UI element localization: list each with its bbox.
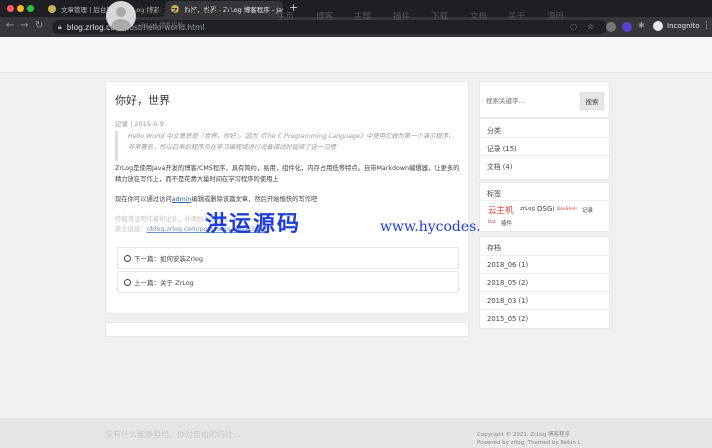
avatar-head-shape [116, 7, 126, 17]
arrow-circle-icon [124, 254, 131, 262]
back-icon[interactable]: ← [6, 20, 14, 31]
tag-item[interactable]: BeeShell [557, 207, 577, 212]
watermark-text: 洪运源码 [205, 211, 302, 237]
favicon-icon [48, 5, 56, 13]
tag-item[interactable]: OSGi [537, 205, 554, 213]
category-item[interactable]: 记录 (15) [487, 143, 517, 153]
address-bar[interactable]: 🔒︎ blog.zrlog.com/post/hello-world.html … [52, 20, 607, 34]
archive-item[interactable]: 2018_05 (2) [487, 279, 528, 287]
nav-item-themes[interactable]: 主题 [354, 10, 371, 22]
divider [480, 291, 609, 292]
close-window-icon[interactable] [7, 5, 14, 12]
extension-icon[interactable] [622, 22, 632, 32]
eye-off-icon[interactable]: ◌ [570, 22, 577, 31]
tag-item[interactable]: 插件 [501, 219, 512, 227]
post-title: 你好，世界 [115, 94, 170, 107]
archive-title: 存档 [487, 244, 501, 252]
divider [480, 200, 609, 201]
tags-title: 标签 [487, 190, 501, 198]
forward-icon[interactable]: → [20, 20, 28, 31]
nav-item-about[interactable]: 关于 [508, 10, 525, 22]
reload-icon[interactable]: ↻ [35, 20, 43, 31]
avatar-body-shape [111, 19, 131, 31]
tag-item[interactable]: zrLog [520, 206, 535, 212]
post-paragraph: ZrLog是使用Java开发的博客/CMS程序，具有简约，易用，组件化，内存占用… [115, 165, 460, 183]
incognito-label: Incognito [667, 22, 700, 30]
nav-item-plugins[interactable]: 插件 [393, 10, 410, 22]
archive-item[interactable]: 2018_03 (1) [487, 297, 528, 305]
arrow-circle-icon [124, 278, 131, 286]
archive-item[interactable]: 2018_06 (1) [487, 261, 528, 269]
nav-item-blog[interactable]: 博客 [316, 10, 333, 22]
paragraph-text: 编辑或删除该篇文章，然后开始愉快的写作吧 [191, 196, 318, 203]
footer-slogan: 没有什么能够阻挡，你对自由的向往... [105, 430, 241, 439]
divider [480, 309, 609, 310]
archive-item[interactable]: 2015_05 (2) [487, 315, 528, 323]
admin-link[interactable]: admin [172, 196, 192, 203]
footer-copyright: Copyright © 2021. ZrLog 博客程序 [477, 432, 570, 438]
prev-post-label: 上一篇：关于 ZrLog [134, 279, 194, 287]
post-paragraph-admin: 现在你可以通过访问admin编辑或删除该篇文章，然后开始愉快的写作吧 [115, 194, 460, 205]
search-button[interactable]: 搜索 [580, 92, 604, 110]
puzzle-icon[interactable]: ✱ [638, 21, 645, 30]
tag-item[interactable]: Bat [488, 220, 496, 225]
post-meta: 记录 | 2015-5-9 [115, 120, 164, 128]
footer-powered: Powered by zrlog. Themed by Robin L. [477, 440, 583, 446]
divider [480, 155, 609, 156]
paragraph-text: 现在你可以通过访问 [115, 196, 172, 203]
divider [480, 137, 609, 138]
nav-item-docs[interactable]: 文档 [470, 10, 487, 22]
avatar[interactable] [106, 1, 136, 31]
tag-item[interactable]: 记录 [582, 206, 593, 214]
minimize-window-icon[interactable] [17, 5, 24, 12]
site-header [0, 37, 712, 73]
tag-item[interactable]: 云主机 [488, 204, 514, 216]
next-post-label: 下一篇：如何安装Zrlog [134, 255, 204, 263]
category-item[interactable]: 文档 (4) [487, 161, 512, 171]
incognito-profile[interactable]: Incognito [653, 21, 699, 31]
nav-item-download[interactable]: 下载 [431, 10, 448, 22]
more-menu-icon[interactable]: ⋮ [702, 21, 711, 31]
extension-icon[interactable] [606, 22, 616, 32]
nav-item-home[interactable]: 主页 [277, 10, 294, 22]
site-subtitle: ZrLog 博客程序 [140, 22, 184, 29]
divider [480, 273, 609, 274]
copyright-note-label: 原文链接： [115, 226, 147, 233]
bookmark-star-icon[interactable]: ☆ [587, 22, 594, 31]
maximize-window-icon[interactable] [27, 5, 34, 12]
categories-title: 分类 [487, 127, 501, 135]
next-post-link[interactable]: 下一篇：如何安装Zrlog [117, 247, 459, 269]
divider [480, 255, 609, 256]
incognito-icon [653, 21, 663, 31]
nav-item-source[interactable]: 源码 [547, 10, 564, 22]
prev-post-link[interactable]: 上一篇：关于 ZrLog [117, 271, 459, 293]
comment-card [105, 322, 469, 337]
site-title[interactable]: blog.zrlog.com [140, 3, 232, 18]
search-input[interactable] [484, 92, 579, 110]
lock-icon: 🔒︎ [58, 22, 62, 31]
post-quote: Hello World 中文意思是『世界，你好』。因为《The C Progra… [115, 131, 455, 161]
